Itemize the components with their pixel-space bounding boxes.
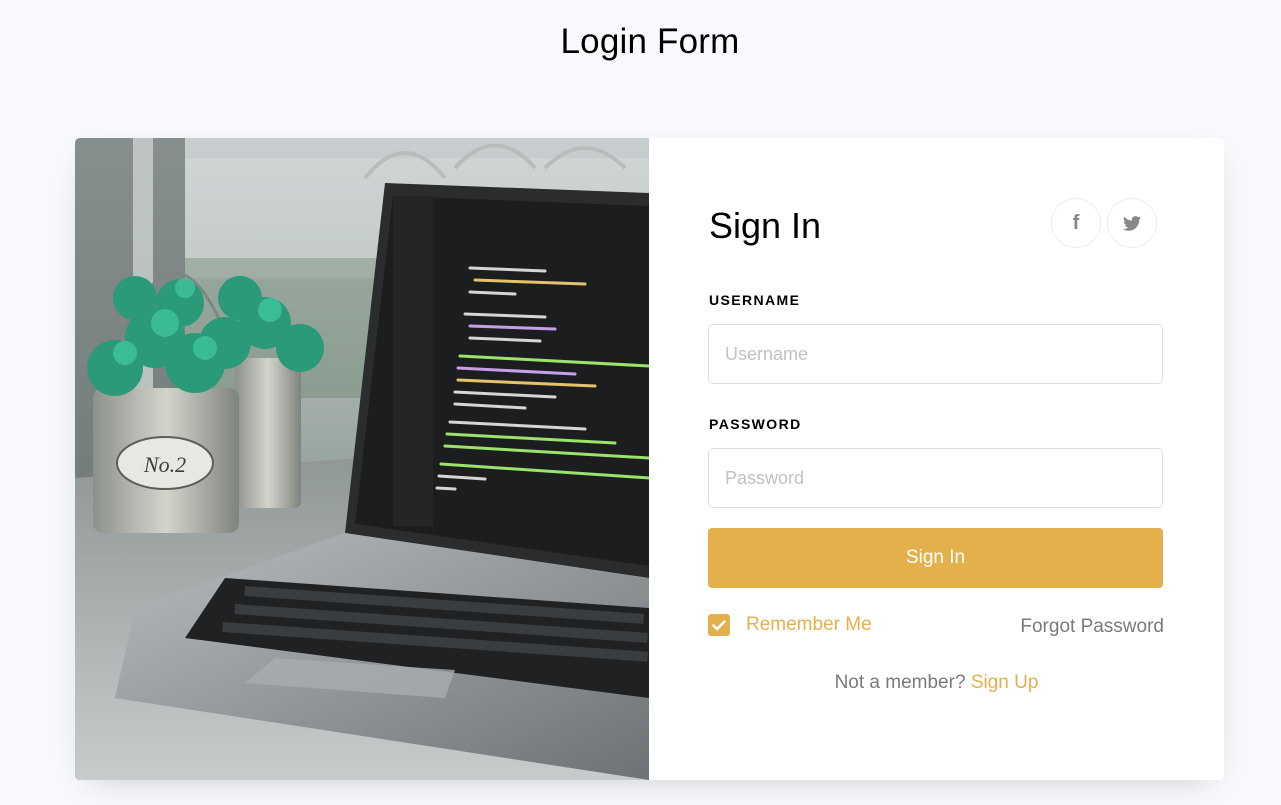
twitter-button[interactable] [1107, 198, 1157, 248]
laptop-photo: No.2 [75, 138, 649, 780]
page-title: Login Form [560, 22, 740, 61]
facebook-button[interactable]: f [1051, 198, 1101, 248]
login-card: No.2 Sign In f USERNAME Username PASSWOR… [75, 138, 1224, 780]
signin-button[interactable]: Sign In [708, 528, 1163, 588]
twitter-icon [1123, 215, 1141, 231]
password-input[interactable] [708, 448, 1163, 508]
remember-me-checkbox[interactable]: Remember Me [708, 614, 872, 636]
signin-form: Sign In f USERNAME PASSWORD Sign In Reme… [649, 138, 1224, 780]
check-icon [712, 619, 726, 630]
signup-row: Not a member? Sign Up [649, 672, 1224, 694]
username-label: USERNAME [709, 292, 801, 308]
facebook-icon: f [1072, 211, 1080, 234]
remember-me-label: Remember Me [746, 614, 872, 635]
social-login: f [1051, 198, 1157, 248]
checkbox-checked[interactable] [708, 614, 730, 636]
forgot-password-link[interactable]: Forgot Password [1020, 616, 1164, 638]
hero-image: No.2 [75, 138, 649, 780]
signin-heading: Sign In [709, 205, 822, 246]
signup-link[interactable]: Sign Up [971, 672, 1039, 693]
signup-prompt: Not a member? [834, 672, 971, 693]
password-label: PASSWORD [709, 416, 802, 432]
username-input[interactable] [708, 324, 1163, 384]
plant-tag-label: No.2 [143, 452, 186, 477]
